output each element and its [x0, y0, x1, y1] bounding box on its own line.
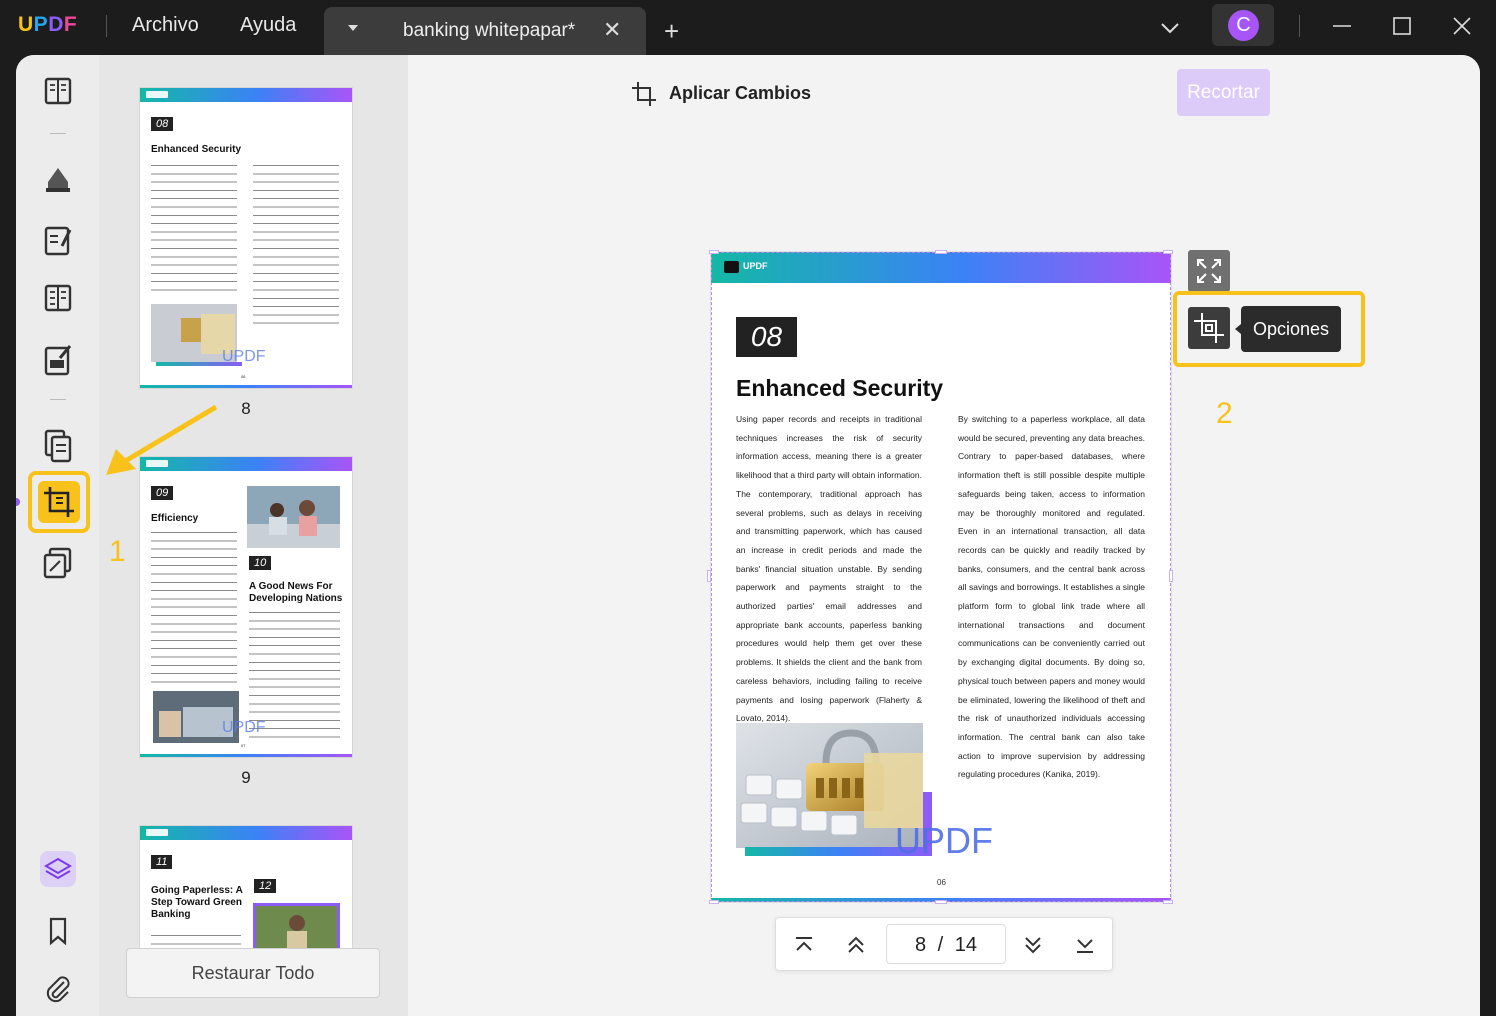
thumb-section-number-2: 10 — [249, 556, 272, 570]
thumb-page-no: 07 — [241, 743, 246, 748]
minimize-icon[interactable] — [1330, 14, 1354, 38]
fill-sign-icon[interactable] — [40, 342, 76, 378]
attachment-icon[interactable] — [40, 970, 76, 1006]
thumb-watermark: UPDF — [222, 719, 266, 736]
options-tooltip: Opciones — [1235, 306, 1341, 352]
divider — [50, 133, 66, 134]
crop-handle-bottom-right[interactable] — [1163, 900, 1173, 904]
chevron-down-icon[interactable] — [1158, 16, 1182, 40]
title-bar: UPDF Archivo Ayuda banking whitepapar* ✕… — [0, 0, 1496, 55]
thumb-title: Going Paperless: A Step Toward Green Ban… — [151, 885, 243, 920]
layers-button[interactable] — [40, 851, 76, 887]
thumbnail-panel: 08 Enhanced Security UPDF 06 8 09 Effici… — [99, 55, 408, 1016]
document-canvas: Aplicar Cambios Recortar UPDF 08 Enhance… — [408, 55, 1480, 1016]
thumb-header — [140, 826, 352, 840]
tab-dropdown-icon[interactable] — [348, 25, 358, 31]
highlighter-icon[interactable] — [40, 160, 76, 196]
account-button[interactable]: C — [1212, 4, 1274, 46]
edit-pdf-icon[interactable] — [40, 222, 76, 258]
page-tools-icon[interactable] — [40, 427, 76, 463]
expand-crop-button[interactable] — [1188, 250, 1230, 292]
crop-options-button[interactable] — [1188, 307, 1230, 349]
divider — [50, 399, 66, 400]
divider — [1299, 15, 1300, 37]
bookmark-icon[interactable] — [40, 913, 76, 949]
menu-ayuda[interactable]: Ayuda — [240, 14, 296, 37]
crop-handle-bottom[interactable] — [935, 900, 947, 904]
thumbnail-label-9: 9 — [241, 768, 251, 787]
reader-icon[interactable] — [40, 73, 76, 109]
page-separator: / — [937, 934, 944, 956]
thumb-office-image — [247, 486, 340, 548]
close-tab-icon[interactable]: ✕ — [603, 19, 621, 41]
step-1-arrow-icon — [106, 404, 218, 475]
thumb-title-2: A Good News For Developing Nations — [249, 581, 343, 604]
avatar: C — [1228, 10, 1259, 41]
thumbnail-page-10[interactable]: 11 Going Paperless: A Step Toward Green … — [140, 826, 352, 956]
crop-handle-top-right[interactable] — [1163, 250, 1173, 254]
thumb-footer — [140, 385, 352, 388]
crop-button-bg — [38, 481, 80, 523]
restore-all-button[interactable]: Restaurar Todo — [126, 948, 380, 998]
next-page-icon[interactable] — [1021, 933, 1045, 957]
thumb-section-number: 08 — [151, 117, 174, 131]
layers-icon — [44, 857, 72, 880]
thumb-footer — [140, 754, 352, 757]
previous-page-icon[interactable] — [844, 933, 868, 957]
menu-archivo[interactable]: Archivo — [132, 14, 199, 37]
thumb-text-block — [151, 162, 237, 296]
total-pages: 14 — [954, 934, 978, 956]
crop-options-icon — [1194, 313, 1224, 343]
main-window: 08 Enhanced Security UPDF 06 8 09 Effici… — [16, 55, 1480, 1016]
divider — [106, 15, 107, 37]
apply-changes-button[interactable]: Aplicar Cambios — [669, 83, 811, 104]
thumbnail-page-8[interactable]: 08 Enhanced Security UPDF 06 — [140, 88, 352, 388]
crop-button[interactable]: Recortar — [1177, 69, 1270, 116]
crop-handle-top-left[interactable] — [709, 250, 719, 254]
app-logo: UPDF — [18, 13, 78, 36]
active-indicator — [16, 498, 20, 506]
thumb-header — [140, 88, 352, 102]
crop-handle-right[interactable] — [1169, 570, 1173, 582]
page-number-field[interactable]: 8 / 14 — [886, 924, 1006, 964]
tab-title: banking whitepapar* — [403, 20, 576, 41]
step-2-annotation: 2 — [1216, 397, 1233, 430]
thumb-text-block — [253, 162, 339, 330]
first-page-icon[interactable] — [792, 933, 816, 957]
crop-handle-bottom-left[interactable] — [709, 900, 719, 904]
last-page-icon[interactable] — [1073, 933, 1097, 957]
crop-pages-button[interactable] — [28, 471, 90, 533]
current-page: 8 — [914, 934, 927, 956]
thumb-page-no: 06 — [241, 374, 246, 379]
crop-apply-icon[interactable] — [630, 80, 658, 108]
left-toolbar — [16, 55, 99, 1016]
organize-pages-icon[interactable] — [40, 280, 76, 316]
page-navigator: 8 / 14 — [775, 917, 1113, 971]
thumb-section-number-2: 12 — [254, 879, 277, 893]
thumb-watermark: UPDF — [222, 348, 266, 365]
maximize-icon[interactable] — [1390, 14, 1414, 38]
thumb-text-block — [151, 529, 237, 685]
crop-handle-top[interactable] — [935, 250, 947, 254]
expand-icon — [1197, 259, 1221, 283]
thumb-section-number: 11 — [151, 855, 173, 869]
crop-icon — [44, 487, 74, 517]
crop-handle-left[interactable] — [707, 570, 711, 582]
thumb-title: Efficiency — [151, 513, 199, 524]
protect-icon[interactable] — [40, 545, 76, 581]
thumbnail-page-9[interactable]: 09 Efficiency 10 A Good News For Develop… — [140, 457, 352, 757]
step-1-annotation: 1 — [109, 535, 126, 568]
close-window-icon[interactable] — [1450, 14, 1474, 38]
add-tab-icon[interactable]: + — [664, 18, 679, 44]
thumb-section-number: 09 — [151, 486, 174, 500]
thumb-title: Enhanced Security — [151, 144, 242, 155]
document-tab[interactable]: banking whitepapar* ✕ — [324, 7, 646, 55]
crop-frame[interactable] — [711, 252, 1171, 902]
